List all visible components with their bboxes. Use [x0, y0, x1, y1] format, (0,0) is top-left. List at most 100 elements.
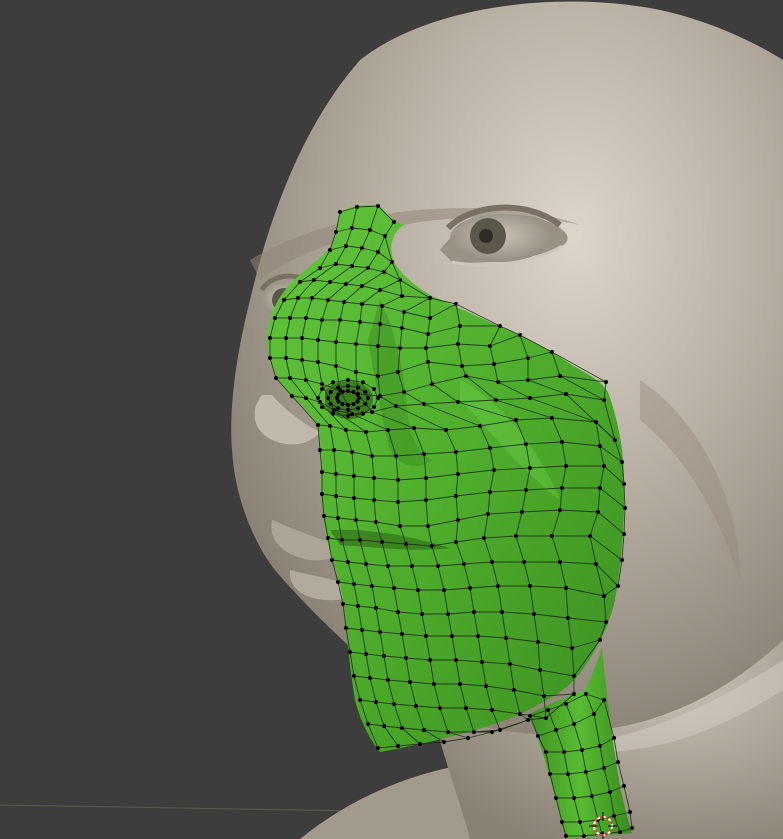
mesh-vertex[interactable] — [563, 701, 569, 707]
mesh-vertex[interactable] — [463, 705, 469, 711]
mesh-vertex[interactable] — [319, 469, 325, 475]
mesh-vertex[interactable] — [325, 535, 331, 541]
mesh-vertex[interactable] — [371, 386, 377, 392]
mesh-vertex[interactable] — [437, 705, 443, 711]
mesh-vertex[interactable] — [621, 531, 627, 537]
mesh-vertex[interactable] — [367, 227, 373, 233]
mesh-vertex[interactable] — [335, 579, 341, 585]
mesh-vertex[interactable] — [477, 423, 483, 429]
mesh-vertex[interactable] — [357, 537, 363, 543]
3d-viewport[interactable] — [0, 0, 783, 839]
mesh-vertex[interactable] — [335, 406, 341, 411]
mesh-vertex[interactable] — [523, 441, 529, 447]
mesh-vertex[interactable] — [467, 585, 473, 591]
mesh-vertex[interactable] — [619, 459, 625, 465]
mesh-vertex[interactable] — [479, 659, 485, 665]
mesh-vertex[interactable] — [335, 515, 341, 521]
mesh-vertex[interactable] — [597, 743, 603, 749]
mesh-vertex[interactable] — [379, 303, 385, 309]
mesh-vertex[interactable] — [481, 535, 487, 541]
mesh-vertex[interactable] — [431, 681, 437, 687]
mesh-vertex[interactable] — [351, 401, 356, 407]
mesh-vertex[interactable] — [617, 829, 623, 835]
mesh-vertex[interactable] — [333, 363, 339, 369]
mesh-vertex[interactable] — [621, 783, 627, 789]
mesh-vertex[interactable] — [513, 533, 519, 539]
mesh-vertex[interactable] — [327, 279, 333, 285]
mesh-vertex[interactable] — [629, 825, 635, 831]
mesh-vertex[interactable] — [615, 583, 621, 589]
mesh-vertex[interactable] — [373, 699, 379, 705]
mesh-vertex[interactable] — [571, 673, 577, 679]
mesh-vertex[interactable] — [543, 715, 549, 721]
mesh-vertex[interactable] — [403, 655, 409, 661]
mesh-vertex[interactable] — [381, 723, 387, 729]
mesh-vertex[interactable] — [423, 633, 429, 639]
mesh-vertex[interactable] — [425, 331, 431, 337]
mesh-vertex[interactable] — [333, 471, 339, 477]
mesh-vertex[interactable] — [497, 323, 503, 329]
mesh-vertex[interactable] — [601, 765, 607, 771]
mesh-vertex[interactable] — [429, 543, 435, 549]
mesh-vertex[interactable] — [365, 265, 371, 271]
mesh-vertex[interactable] — [283, 335, 289, 341]
mesh-vertex[interactable] — [303, 377, 309, 383]
mesh-vertex[interactable] — [373, 519, 379, 525]
mesh-vertex[interactable] — [391, 219, 397, 225]
mesh-vertex[interactable] — [453, 301, 459, 307]
mesh-vertex[interactable] — [601, 593, 607, 599]
mesh-vertex[interactable] — [607, 789, 613, 795]
mesh-vertex[interactable] — [579, 747, 585, 753]
mesh-vertex[interactable] — [503, 635, 509, 641]
mesh-vertex[interactable] — [340, 389, 345, 395]
mesh-vertex[interactable] — [401, 309, 407, 315]
mesh-vertex[interactable] — [611, 735, 617, 741]
mesh-vertex[interactable] — [369, 583, 375, 589]
mesh-vertex[interactable] — [423, 345, 429, 351]
mesh-vertex[interactable] — [355, 603, 361, 609]
mesh-vertex[interactable] — [391, 585, 397, 591]
mesh-vertex[interactable] — [421, 727, 427, 733]
mesh-vertex[interactable] — [329, 557, 335, 563]
mesh-vertex[interactable] — [455, 517, 461, 523]
mesh-vertex[interactable] — [517, 711, 523, 717]
mesh-vertex[interactable] — [349, 225, 355, 231]
mesh-vertex[interactable] — [559, 485, 565, 491]
mesh-vertex[interactable] — [385, 677, 391, 683]
mesh-vertex[interactable] — [369, 453, 375, 459]
mesh-vertex[interactable] — [401, 389, 407, 395]
mesh-vertex[interactable] — [371, 404, 377, 410]
mesh-vertex[interactable] — [565, 615, 571, 621]
mesh-vertex[interactable] — [315, 395, 321, 401]
mesh-vertex[interactable] — [391, 701, 397, 707]
mesh-vertex[interactable] — [287, 315, 293, 321]
mesh-vertex[interactable] — [559, 439, 565, 445]
mesh-vertex[interactable] — [381, 653, 387, 659]
mesh-vertex[interactable] — [337, 209, 343, 215]
mesh-vertex[interactable] — [369, 409, 375, 415]
mesh-vertex[interactable] — [315, 422, 321, 428]
mesh-vertex[interactable] — [319, 404, 325, 410]
mesh-vertex[interactable] — [351, 389, 356, 395]
mesh-vertex[interactable] — [565, 771, 571, 777]
mesh-vertex[interactable] — [397, 523, 403, 529]
mesh-vertex[interactable] — [273, 375, 279, 381]
mesh-vertex[interactable] — [489, 707, 495, 713]
mesh-vertex[interactable] — [581, 833, 587, 839]
mesh-vertex[interactable] — [333, 493, 339, 499]
mesh-vertex[interactable] — [371, 497, 377, 503]
mesh-vertex[interactable] — [511, 687, 517, 693]
mesh-vertex[interactable] — [353, 517, 359, 523]
mesh-vertex[interactable] — [375, 745, 381, 751]
mesh-vertex[interactable] — [331, 447, 337, 453]
mesh-vertex[interactable] — [445, 611, 451, 617]
mesh-vertex[interactable] — [347, 649, 353, 655]
mesh-vertex[interactable] — [297, 279, 303, 285]
mesh-vertex[interactable] — [563, 833, 569, 839]
mesh-vertex[interactable] — [393, 453, 399, 459]
mesh-vertex[interactable] — [397, 277, 403, 283]
mesh-vertex[interactable] — [339, 537, 345, 543]
mesh-vertex[interactable] — [309, 295, 315, 301]
mesh-vertex[interactable] — [360, 380, 366, 385]
mesh-vertex[interactable] — [557, 559, 563, 565]
